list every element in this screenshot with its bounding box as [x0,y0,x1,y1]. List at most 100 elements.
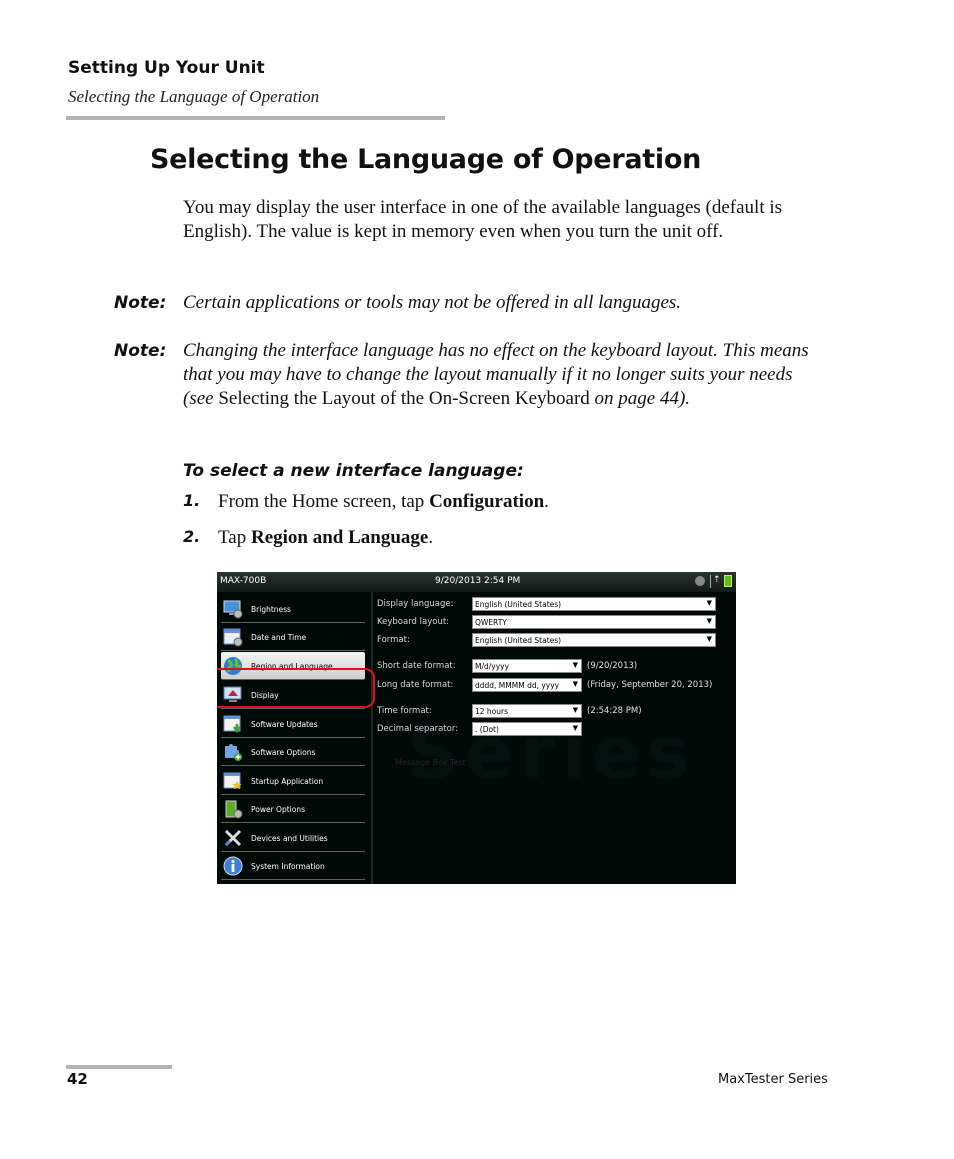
sidebar-item-date-and-time[interactable]: Date and Time [221,623,365,651]
procedure-step: 1. From the Home screen, tap Configurati… [183,491,549,513]
sidebar-item-label: Software Options [251,748,316,757]
battery-gear-icon [225,800,243,819]
sidebar-item-label: Startup Application [251,777,324,786]
header-rule [66,116,445,120]
format-row: Format: English (United States) ▼ [376,633,736,647]
sidebar-item-power-options[interactable]: Power Options [221,795,365,823]
page-title: Selecting the Language of Operation [150,144,701,175]
note-2: Note: Changing the interface language ha… [114,339,824,411]
window-download-icon [223,715,241,734]
footer-series: MaxTester Series [718,1072,828,1087]
step-text: Tap Region and Language. [218,527,433,548]
callout-highlight [217,668,375,708]
step-ui-term: Region and Language [250,527,429,548]
chevron-down-icon: ▼ [572,724,578,732]
calendar-gear-icon [223,628,243,647]
settings-sidebar: Brightness Date and Time Region and Lang… [217,592,375,884]
note-label: Note: [114,293,167,313]
chevron-down-icon: ▼ [706,599,712,607]
sidebar-item-devices-and-utilities[interactable]: Devices and Utilities [221,824,365,852]
tools-icon [224,829,242,847]
footer-rule [66,1065,172,1069]
short-date-row: Short date format: M/d/yyyy ▼ (9/20/2013) [376,659,736,673]
format-example: (Friday, September 20, 2013) [587,680,713,690]
chevron-down-icon: ▼ [572,706,578,714]
note-1: Note: Certain applications or tools may … [114,291,824,315]
step-text-part: . [428,527,434,548]
field-label: Short date format: [377,661,456,671]
sidebar-item-label: System Information [251,862,325,871]
select-value: English (United States) [475,636,562,645]
procedure-title: To select a new interface language: [183,461,524,481]
step-text-part: Tap [218,527,251,548]
window-star-icon [223,772,242,790]
note-text: Changing the interface language has no e… [183,339,824,411]
running-header-chapter: Setting Up Your Unit [68,58,265,78]
field-label: Format: [377,635,410,645]
sidebar-item-label: Power Options [251,805,305,814]
device-screenshot: Series Message Box Test MAX-700B 9/20/20… [217,572,736,884]
note-label: Note: [114,341,167,361]
monitor-gear-icon [223,600,243,619]
device-name: MAX-700B [220,576,267,586]
date-time: 9/20/2013 2:54 PM [435,576,521,586]
sidebar-item-label: Devices and Utilities [251,834,328,843]
region-language-form: Display language: English (United States… [376,592,736,884]
field-label: Time format: [377,706,432,716]
display-language-select[interactable]: English (United States) ▼ [472,597,716,611]
decimal-separator-select[interactable]: . (Dot) ▼ [472,722,582,736]
sidebar-item-startup-application[interactable]: Startup Application [221,767,365,795]
short-date-select[interactable]: M/d/yyyy ▼ [472,659,582,673]
select-value: QWERTY [475,618,507,627]
battery-icon[interactable] [724,575,732,587]
select-value: English (United States) [475,600,562,609]
sidebar-item-label: Date and Time [251,633,307,642]
step-text-part: From the Home screen, tap [218,491,430,512]
status-separator [710,575,711,588]
note-text-part: on page 44). [589,388,691,409]
decimal-separator-row: Decimal separator: . (Dot) ▼ [376,722,736,736]
time-format-select[interactable]: 12 hours ▼ [472,704,582,718]
step-text: From the Home screen, tap Configuration. [218,491,549,512]
keyboard-layout-select[interactable]: QWERTY ▼ [472,615,716,629]
field-label: Display language: [377,599,454,609]
puzzle-plus-icon [225,744,242,761]
field-label: Decimal separator: [377,724,459,734]
sidebar-item-brightness[interactable]: Brightness [221,595,365,623]
chevron-down-icon: ▼ [706,617,712,625]
field-label: Keyboard layout: [377,617,450,627]
select-value: 12 hours [475,707,509,716]
format-select[interactable]: English (United States) ▼ [472,633,716,647]
step-number: 1. [183,491,201,510]
info-icon [223,856,243,876]
chevron-down-icon: ▼ [572,661,578,669]
chevron-down-icon: ▼ [572,680,578,688]
long-date-row: Long date format: dddd, MMMM dd, yyyy ▼ (… [376,678,736,692]
select-value: dddd, MMMM dd, yyyy [475,681,560,690]
keyboard-layout-row: Keyboard layout: QWERTY ▼ [376,615,736,629]
note-text: Certain applications or tools may not be… [183,292,682,313]
format-example: (2:54:28 PM) [587,706,642,716]
chevron-down-icon: ▼ [706,635,712,643]
title-bar: MAX-700B 9/20/2013 2:54 PM ⇡ [217,572,736,592]
select-value: M/d/yyyy [475,662,510,671]
cross-reference-link[interactable]: Selecting the Layout of the On-Screen Ke… [218,388,589,409]
sidebar-item-label: Brightness [251,605,291,614]
sidebar-item-software-updates[interactable]: Software Updates [221,710,365,738]
page-number: 42 [67,1070,88,1088]
display-language-row: Display language: English (United States… [376,597,736,611]
step-text-part: . [544,491,549,512]
sidebar-item-system-information[interactable]: System Information [221,852,365,880]
long-date-select[interactable]: dddd, MMMM dd, yyyy ▼ [472,678,582,692]
running-header-section: Selecting the Language of Operation [68,87,320,106]
procedure-step: 2. Tap Region and Language. [183,527,433,549]
field-label: Long date format: [377,680,454,690]
power-plug-icon: ⇡ [713,575,721,585]
step-ui-term: Configuration [429,491,545,512]
sidebar-item-label: Software Updates [251,720,318,729]
time-format-row: Time format: 12 hours ▼ (2:54:28 PM) [376,704,736,718]
bluetooth-icon[interactable] [695,576,705,586]
sidebar-item-software-options[interactable]: Software Options [221,738,365,766]
step-number: 2. [183,527,201,546]
intro-paragraph: You may display the user interface in on… [183,197,783,242]
